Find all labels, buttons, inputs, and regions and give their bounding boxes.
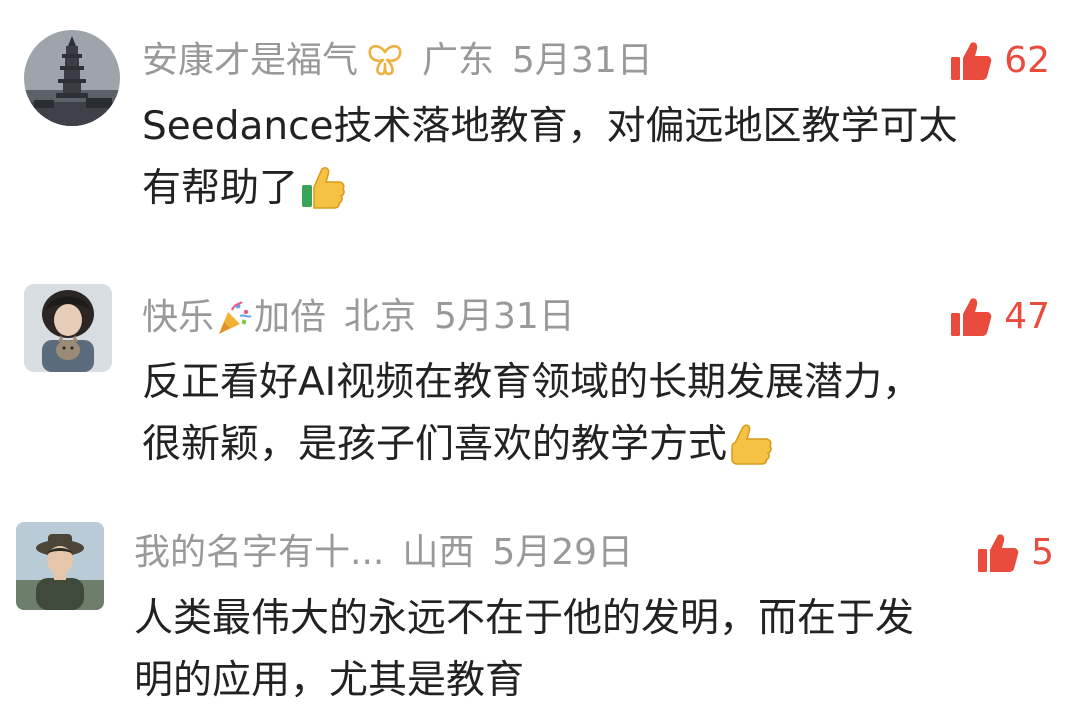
like-button[interactable]: 47 xyxy=(950,294,1050,339)
user-avatar[interactable] xyxy=(24,30,120,126)
comment-meta: 安康才是福气 广东 5月31日 xyxy=(142,38,653,83)
like-button[interactable]: 5 xyxy=(977,530,1054,575)
pagoda-avatar xyxy=(24,30,120,126)
username-part: 加倍 xyxy=(254,296,327,338)
location: 广东 xyxy=(422,40,495,81)
date: 5月29日 xyxy=(492,532,634,573)
comment-text-line: 反正看好AI视频在教育领域的长期发展潜力， xyxy=(142,360,922,405)
date: 5月31日 xyxy=(434,296,575,337)
user-avatar[interactable] xyxy=(16,522,104,610)
user-avatar[interactable] xyxy=(24,284,112,372)
comment-text-line: 明的应用，尤其是教育 xyxy=(134,658,525,703)
comment-text: Seedance技术落地教育，对偏远地区教学可太 有帮助了 xyxy=(142,96,1062,220)
comment-text-line: 人类最伟大的永远不在于他的发明，而在于发 xyxy=(134,596,915,641)
like-count: 5 xyxy=(1031,532,1054,573)
party-popper-emoji xyxy=(216,300,252,336)
date: 5月31日 xyxy=(512,40,653,81)
username[interactable]: 我的名字有十... xyxy=(134,531,384,575)
comment-item: 快乐 加倍北京 5月31日 47 反正看好AI视频在教育领域的长期发展潜力， xyxy=(0,260,1080,490)
anime-character-avatar xyxy=(16,522,104,610)
butterfly-badge-icon xyxy=(366,44,404,78)
comment-meta: 快乐 加倍 北京 5月31日 xyxy=(142,294,575,340)
username[interactable]: 安康才是福气 xyxy=(142,39,358,83)
comment-item: 我的名字有十... 山西 5月29日 5 人类最伟大的永远不在于他的发明，而在于发 … xyxy=(0,500,1080,725)
thumbs-up-icon xyxy=(977,533,1019,573)
location: 北京 xyxy=(344,296,417,337)
location: 山西 xyxy=(402,532,475,573)
comment-text: 人类最伟大的永远不在于他的发明，而在于发 明的应用，尤其是教育 xyxy=(134,588,1054,712)
comment-text: 反正看好AI视频在教育领域的长期发展潜力， 很新颖，是孩子们喜欢的教学方式 xyxy=(142,352,1062,476)
thumbs-up-icon xyxy=(950,297,992,337)
comment-text-line: 很新颖，是孩子们喜欢的教学方式 xyxy=(142,422,728,467)
comment-meta: 我的名字有十... 山西 5月29日 xyxy=(134,530,633,575)
like-button[interactable]: 62 xyxy=(950,38,1050,83)
thumbs-up-emoji xyxy=(300,165,346,209)
username-part: 快乐 xyxy=(142,296,215,338)
thumbs-up-icon xyxy=(950,41,992,81)
thumbs-up-emoji xyxy=(729,421,775,465)
like-count: 47 xyxy=(1004,296,1050,337)
person-with-cat-avatar xyxy=(24,284,112,372)
comment-text-line: Seedance技术落地教育，对偏远地区教学可太 xyxy=(142,104,958,149)
comment-item: 安康才是福气 广东 5月31日 62 Seedance技术落地教育，对偏远地区教学… xyxy=(0,0,1080,240)
comment-text-line: 有帮助了 xyxy=(142,166,299,211)
username[interactable]: 快乐 加倍 xyxy=(142,295,326,340)
like-count: 62 xyxy=(1004,40,1050,81)
